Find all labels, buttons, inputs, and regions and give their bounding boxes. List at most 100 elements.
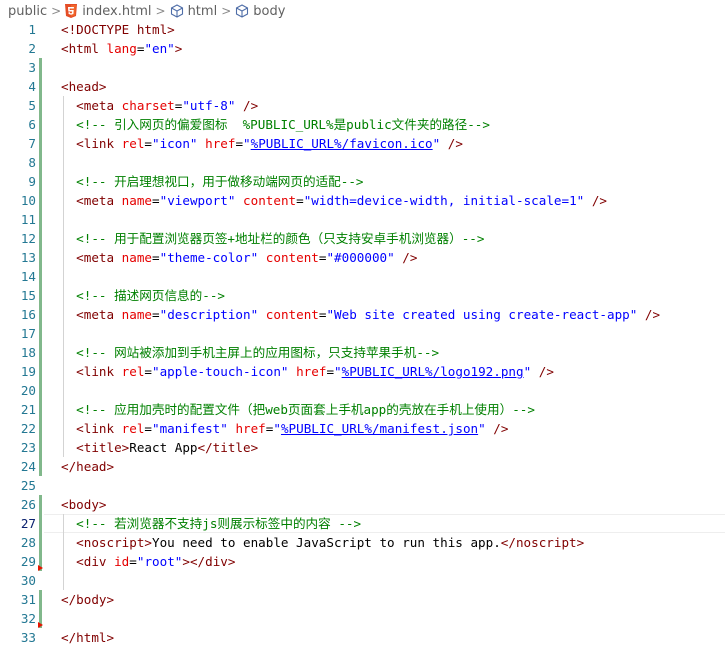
gutter-modified-marker[interactable]	[39, 172, 42, 191]
code-line[interactable]: 14	[0, 267, 725, 286]
gutter-modified-marker[interactable]	[39, 457, 42, 476]
code-token: "viewport"	[159, 193, 236, 208]
code-token: />	[394, 250, 418, 265]
code-line[interactable]: 25	[0, 476, 725, 495]
code-token: "manifest"	[152, 421, 228, 436]
code-line[interactable]: 12 <!-- 用于配置浏览器页签+地址栏的颜色（只支持安卓手机浏览器）-->	[0, 229, 725, 248]
code-line[interactable]: 23 <title>React App</title>	[0, 438, 725, 457]
code-token: =	[152, 307, 160, 322]
gutter-modified-marker[interactable]	[39, 495, 42, 514]
gutter-modified-marker[interactable]	[39, 115, 42, 134]
breadcrumb-item-public[interactable]: public	[8, 4, 47, 19]
code-line[interactable]: 5 <meta charset="utf-8" />	[0, 96, 725, 115]
code-line[interactable]: 6 <!-- 引入网页的偏爱图标 %PUBLIC_URL%是public文件夹的…	[0, 115, 725, 134]
gutter-modified-marker[interactable]	[39, 58, 42, 77]
code-line[interactable]: 26 <body>	[0, 495, 725, 514]
gutter-modified-marker[interactable]	[39, 191, 42, 210]
gutter-modified-marker[interactable]	[39, 96, 42, 115]
code-token: rel	[121, 421, 145, 436]
code-editor[interactable]: 1 <!DOCTYPE html> 2 <html lang="en"> 3 4 <head…	[0, 20, 725, 666]
gutter-modified-marker[interactable]	[39, 286, 42, 305]
gutter-modified-marker[interactable]	[39, 533, 42, 552]
code-line[interactable]: 4 <head>	[0, 77, 725, 96]
code-token: <link	[76, 421, 122, 436]
gutter-modified-marker[interactable]	[39, 400, 42, 419]
code-token: "en"	[144, 41, 175, 56]
gutter-modified-marker[interactable]	[39, 305, 42, 324]
code-token: </title>	[197, 440, 259, 455]
code-line[interactable]: 9 <!-- 开启理想视口，用于做移动端网页的适配-->	[0, 172, 725, 191]
gutter-modified-marker[interactable]	[39, 153, 42, 172]
code-line[interactable]: 17	[0, 324, 725, 343]
breadcrumb-item-html[interactable]: html	[170, 4, 217, 19]
code-text: <!-- 应用加壳时的配置文件（把web页面套上手机app的壳放在手机上使用）-…	[61, 400, 535, 419]
gutter-modified-marker[interactable]	[39, 343, 42, 362]
code-line[interactable]: 31 </body>	[0, 590, 725, 609]
gutter-modified-marker[interactable]	[39, 362, 42, 381]
gutter-modified-marker[interactable]	[39, 324, 42, 343]
code-text: <!-- 开启理想视口，用于做移动端网页的适配-->	[61, 172, 363, 191]
code-token: =	[144, 136, 153, 151]
line-number: 29	[20, 554, 36, 569]
code-line[interactable]: 27 <!-- 若浏览器不支持js则展示标签中的内容 -->	[0, 514, 725, 533]
code-line[interactable]: 8	[0, 153, 725, 172]
cube-icon	[236, 4, 249, 18]
code-line[interactable]: 1 <!DOCTYPE html>	[0, 20, 725, 39]
gutter-modified-marker[interactable]	[39, 134, 42, 153]
code-text: </html>	[61, 628, 114, 647]
code-line[interactable]: 15 <!-- 描述网页信息的-->	[0, 286, 725, 305]
gutter-modified-marker[interactable]	[39, 267, 42, 286]
code-token: />	[531, 364, 554, 379]
breadcrumb-label: body	[253, 3, 286, 19]
indent-guide	[63, 381, 64, 400]
breadcrumb-separator: >	[51, 4, 62, 18]
code-line[interactable]: 18 <!-- 网站被添加到手机主屏上的应用图标，只支持苹果手机-->	[0, 343, 725, 362]
code-line[interactable]: 19 <link rel="apple-touch-icon" href="%P…	[0, 362, 725, 381]
code-line[interactable]: 11	[0, 210, 725, 229]
code-line[interactable]: 2 <html lang="en">	[0, 39, 725, 58]
code-line[interactable]: 22 <link rel="manifest" href="%PUBLIC_UR…	[0, 419, 725, 438]
code-text: <!-- 若浏览器不支持js则展示标签中的内容 -->	[61, 514, 361, 533]
code-token[interactable]: %PUBLIC_URL%/favicon.ico	[251, 136, 433, 151]
gutter-modified-marker[interactable]	[39, 381, 42, 400]
gutter-modified-marker[interactable]	[39, 514, 42, 533]
code-token: "description"	[159, 307, 259, 322]
code-text: <meta charset="utf-8" />	[61, 96, 258, 115]
gutter-modified-marker[interactable]	[39, 590, 42, 609]
code-text: <link rel="icon" href="%PUBLIC_URL%/favi…	[61, 134, 463, 153]
code-token: "	[478, 421, 486, 436]
code-token[interactable]: %PUBLIC_URL%/logo192.png	[342, 364, 524, 379]
code-line[interactable]: 13 <meta name="theme-color" content="#00…	[0, 248, 725, 267]
code-line[interactable]: 3	[0, 58, 725, 77]
breadcrumb-item-body[interactable]: body	[235, 4, 285, 19]
code-line[interactable]: 30	[0, 571, 725, 590]
gutter-modified-marker[interactable]	[39, 419, 42, 438]
code-line[interactable]: 33 </html>	[0, 628, 725, 647]
gutter-modified-marker[interactable]	[39, 77, 42, 96]
gutter-modified-marker[interactable]	[39, 229, 42, 248]
indent-guide	[63, 153, 64, 172]
code-token: </head>	[61, 459, 115, 474]
line-number: 14	[20, 269, 36, 284]
gutter-modified-marker[interactable]	[39, 248, 42, 267]
code-line[interactable]: 32	[0, 609, 725, 628]
gutter-modified-marker[interactable]	[39, 438, 42, 457]
code-line[interactable]: 29 <div id="root"></div>	[0, 552, 725, 571]
code-line[interactable]: 21 <!-- 应用加壳时的配置文件（把web页面套上手机app的壳放在手机上使…	[0, 400, 725, 419]
line-number: 31	[20, 592, 36, 607]
gutter-modified-marker[interactable]	[39, 210, 42, 229]
code-text: <html lang="en">	[61, 39, 182, 58]
code-line[interactable]: 28 <noscript>You need to enable JavaScri…	[0, 533, 725, 552]
line-number: 23	[20, 440, 36, 455]
code-line[interactable]: 16 <meta name="description" content="Web…	[0, 305, 725, 324]
code-line[interactable]: 10 <meta name="viewport" content="width=…	[0, 191, 725, 210]
code-text: <meta name="theme-color" content="#00000…	[61, 248, 417, 267]
code-token: >	[167, 22, 175, 37]
code-line[interactable]: 24 </head>	[0, 457, 725, 476]
code-line[interactable]: 20	[0, 381, 725, 400]
code-line[interactable]: 7 <link rel="icon" href="%PUBLIC_URL%/fa…	[0, 134, 725, 153]
breadcrumb-item-file[interactable]: index.html	[65, 4, 152, 19]
code-token[interactable]: %PUBLIC_URL%/manifest.json	[281, 421, 478, 436]
